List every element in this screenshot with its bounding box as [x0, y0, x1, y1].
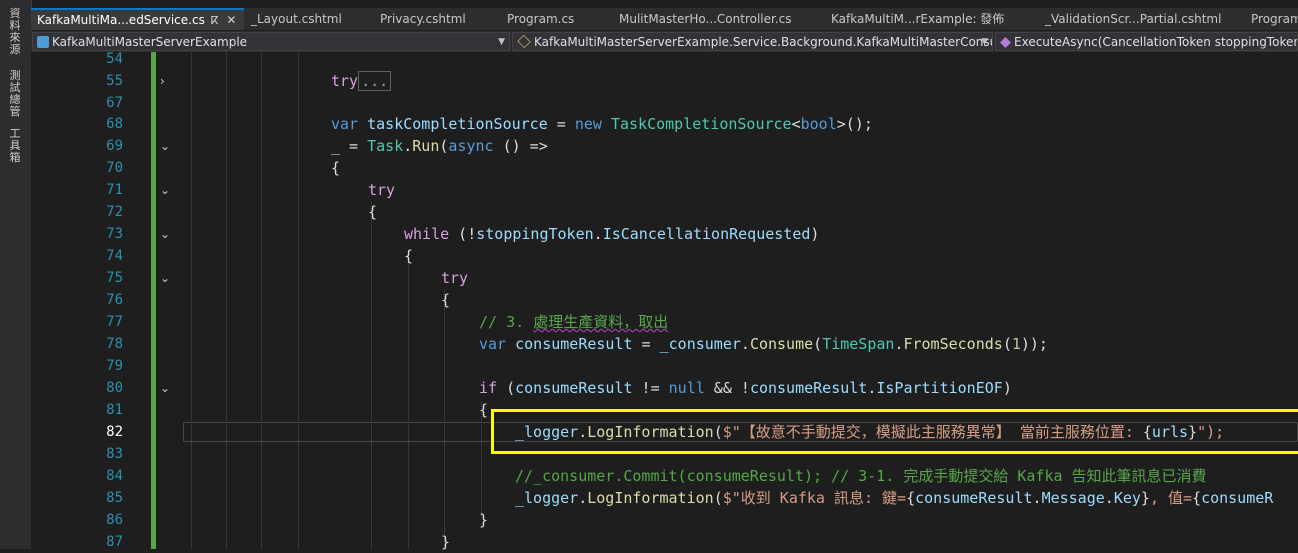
tab-validation-scripts-partial[interactable]: _ValidationScr...Partial.cshtml: [1039, 8, 1245, 30]
keyword-try: try: [331, 72, 359, 90]
collapse-chevron-icon[interactable]: ⌄: [160, 267, 170, 289]
line-number: 70: [106, 160, 123, 176]
code-line[interactable]: 75 ⌄ try: [31, 267, 1298, 289]
line-number: 76: [106, 292, 123, 308]
class-name: KafkaMultiMasterServerExample.Service.Ba…: [534, 35, 993, 49]
line-number: 79: [106, 358, 123, 374]
code-line[interactable]: 71 ⌄ try: [31, 179, 1298, 201]
pin-icon[interactable]: ⴽ: [211, 14, 219, 27]
code-line[interactable]: 80 ⌄ if (consumeResult != null && !consu…: [31, 377, 1298, 399]
line-number: 55: [106, 73, 123, 89]
line-number: 75: [106, 270, 123, 286]
member-name: ExecuteAsync(CancellationToken stoppingT…: [1014, 35, 1298, 49]
rail-item-data-sources[interactable]: 資料來源: [6, 8, 24, 56]
code-line[interactable]: 86 }: [31, 509, 1298, 531]
rail-item-toolbox[interactable]: 工具箱: [6, 128, 24, 164]
code-line[interactable]: 67: [31, 92, 1298, 114]
line-number: 54: [106, 51, 123, 67]
tab-kafka-multi-master-service[interactable]: KafkaMultiMa...edService.cs ⴽ ✕: [31, 8, 244, 30]
tab-layout-cshtml[interactable]: _Layout.cshtml: [245, 8, 373, 30]
code-line[interactable]: 70 {: [31, 157, 1298, 179]
collapse-chevron-icon[interactable]: ⌄: [160, 179, 170, 201]
code-line[interactable]: 78 var consumeResult = _consumer.Consume…: [31, 333, 1298, 355]
code-line[interactable]: 84 //_consumer.Commit(consumeResult); //…: [31, 465, 1298, 487]
yellow-annotation-box: [491, 409, 1298, 454]
line-number: 87: [106, 534, 123, 550]
collapse-chevron-icon[interactable]: ⌄: [160, 135, 170, 157]
tab-multi-master-controller[interactable]: MulitMasterHo...Controller.cs: [613, 8, 825, 30]
line-number: 84: [106, 468, 123, 484]
line-number: 68: [106, 116, 123, 132]
tab-publish[interactable]: KafkaMultiM...rExample: 發佈: [825, 8, 1039, 30]
tab-label: Privacy.cshtml: [380, 12, 466, 26]
code-line[interactable]: 68 var taskCompletionSource = new TaskCo…: [31, 113, 1298, 135]
code-line[interactable]: 85 _logger.LogInformation($"收到 Kafka 訊息:…: [31, 487, 1298, 509]
line-number: 73: [106, 226, 123, 242]
code-line[interactable]: 54: [31, 48, 1298, 70]
line-number: 71: [106, 182, 123, 198]
line-number: 81: [106, 402, 123, 418]
code-line[interactable]: 72 {: [31, 201, 1298, 223]
tab-label: _ValidationScr...Partial.cshtml: [1045, 12, 1222, 26]
expand-chevron-icon[interactable]: ›: [160, 70, 165, 92]
collapse-chevron-icon[interactable]: ⌄: [160, 223, 170, 245]
line-number: 85: [106, 490, 123, 506]
code-line[interactable]: 79: [31, 355, 1298, 377]
line-number: 86: [106, 512, 123, 528]
tab-program-c[interactable]: Program.c: [1245, 8, 1298, 30]
tab-label: MulitMasterHo...Controller.cs: [619, 12, 792, 26]
tab-label: KafkaMultiM...rExample: 發佈: [831, 12, 1005, 26]
collapse-chevron-icon[interactable]: ⌄: [160, 377, 170, 399]
collapsed-region[interactable]: ...: [358, 71, 392, 91]
line-number: 74: [106, 248, 123, 264]
tab-program-cs[interactable]: Program.cs: [501, 8, 613, 30]
tab-label: KafkaMultiMa...edService.cs: [37, 13, 205, 27]
code-line[interactable]: 55 › try...: [31, 70, 1298, 92]
line-number: 80: [106, 380, 123, 396]
csharp-project-icon: [37, 36, 49, 48]
left-tool-rail: 資料來源 測試總管 工具箱: [0, 0, 32, 549]
code-line[interactable]: 87 }: [31, 531, 1298, 553]
close-icon[interactable]: ✕: [226, 13, 236, 27]
document-tab-bar: KafkaMultiMa...edService.cs ⴽ ✕ _Layout.cs…: [31, 8, 1298, 30]
line-number: 83: [106, 446, 123, 462]
rail-item-test-explorer[interactable]: 測試總管: [6, 70, 24, 118]
tab-label: Program.c: [1251, 12, 1298, 26]
line-number: 78: [106, 336, 123, 352]
code-line[interactable]: 77 // 3. 處理生產資料，取出: [31, 311, 1298, 333]
code-editor[interactable]: 54 55 › try... 67 68 var taskCompletionS…: [31, 51, 1298, 551]
project-name: KafkaMultiMasterServerExample: [52, 35, 248, 49]
tab-label: Program.cs: [507, 12, 575, 26]
line-number: 77: [106, 314, 123, 330]
tab-privacy-cshtml[interactable]: Privacy.cshtml: [374, 8, 501, 30]
tab-label: _Layout.cshtml: [251, 12, 342, 26]
code-line[interactable]: 69 ⌄ _ = Task.Run(async () =>: [31, 135, 1298, 157]
line-number: 72: [106, 204, 123, 220]
code-line[interactable]: 74 {: [31, 245, 1298, 267]
class-icon: [517, 34, 531, 49]
code-line[interactable]: 73 ⌄ while (!stoppingToken.IsCancellatio…: [31, 223, 1298, 245]
line-number: 67: [106, 95, 123, 111]
line-number: 82: [106, 424, 123, 440]
code-line[interactable]: 76 {: [31, 289, 1298, 311]
line-number: 69: [106, 138, 123, 154]
method-icon: [1000, 37, 1011, 48]
